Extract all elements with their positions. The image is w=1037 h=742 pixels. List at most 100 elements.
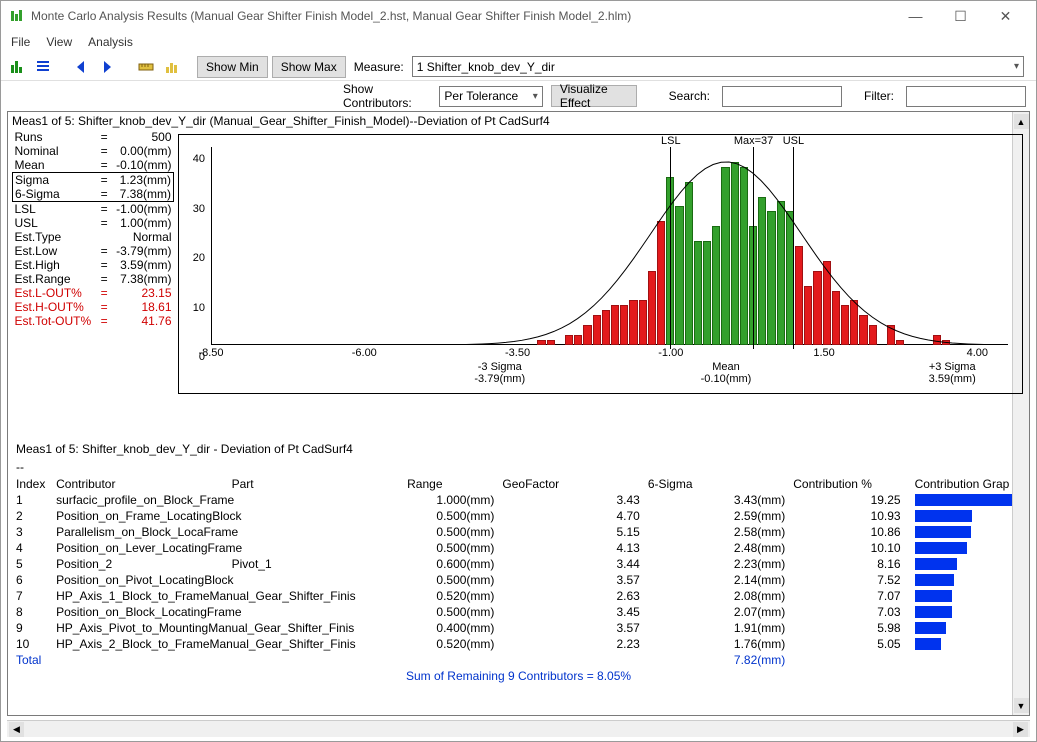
contribution-bar	[915, 590, 952, 602]
menu-analysis[interactable]: Analysis	[88, 35, 133, 49]
histogram-bar	[620, 305, 628, 345]
stat-row: Est.H-OUT%=18.61	[13, 300, 174, 314]
window-title: Monte Carlo Analysis Results (Manual Gea…	[31, 9, 893, 23]
contribution-bar	[915, 622, 946, 634]
histogram-bar	[694, 241, 702, 345]
stat-row: Est.Tot-OUT%=41.76	[13, 314, 174, 328]
filterbar: Show Contributors: Per Tolerance Visuali…	[1, 81, 1036, 111]
contribution-bar	[915, 574, 954, 586]
scroll-left-arrow[interactable]: ◀	[9, 722, 24, 737]
contribution-bar	[915, 526, 971, 538]
histogram-bar	[869, 325, 877, 345]
contribution-bar	[915, 494, 1015, 506]
stat-row: Nominal=0.00(mm)	[13, 144, 174, 158]
stat-row: USL=1.00(mm)	[13, 216, 174, 230]
histogram-bar	[602, 310, 610, 345]
histogram-bar	[537, 340, 545, 345]
table-row[interactable]: 5Position_2Pivot_10.600(mm)3.442.23(mm)8…	[12, 556, 1025, 572]
table-row[interactable]: 4Position_on_Lever_LocatingFrame0.500(mm…	[12, 540, 1025, 556]
contribution-bar	[915, 558, 957, 570]
chart-marker: USL	[773, 135, 813, 349]
list-icon[interactable]	[33, 56, 55, 78]
stat-row: Runs=500	[13, 130, 174, 144]
contributors-table: IndexContributorPartRangeGeoFactor6-Sigm…	[12, 476, 1025, 684]
measure-label: Measure:	[350, 60, 408, 74]
show-contributors-combo[interactable]: Per Tolerance	[439, 86, 542, 107]
histogram-bar	[841, 305, 849, 345]
histogram-bar	[887, 325, 895, 345]
contributors-title: Meas1 of 5: Shifter_knob_dev_Y_dir - Dev…	[12, 440, 1025, 458]
chart-marker: Max=37	[734, 135, 774, 349]
histogram-bar	[547, 340, 555, 345]
stat-row: Est.TypeNormal	[13, 230, 174, 244]
stat-row: Sigma=1.23(mm)	[13, 173, 174, 188]
stat-row: Est.Low=-3.79(mm)	[13, 244, 174, 258]
visualize-effect-button[interactable]: Visualize Effect	[551, 85, 637, 107]
measure-combo[interactable]: 1 Shifter_knob_dev_Y_dir	[412, 56, 1024, 77]
histogram-bar	[593, 315, 601, 345]
histogram-bar	[859, 315, 867, 345]
app-icon	[9, 8, 25, 24]
prev-arrow-icon[interactable]	[71, 56, 93, 78]
horizontal-scrollbar[interactable]: ◀ ▶	[7, 720, 1030, 737]
histogram-bar	[850, 300, 858, 345]
histogram-bar	[639, 300, 647, 345]
ruler-icon[interactable]	[135, 56, 157, 78]
measurement-title: Meas1 of 5: Shifter_knob_dev_Y_dir (Manu…	[8, 112, 1029, 130]
stat-row: Est.L-OUT%=23.15	[13, 286, 174, 300]
histogram-bar	[942, 340, 950, 345]
table-row[interactable]: 6Position_on_Pivot_LocatingBlock0.500(mm…	[12, 572, 1025, 588]
close-button[interactable]: ✕	[983, 2, 1028, 30]
histogram-icon[interactable]	[7, 56, 29, 78]
chart-settings-icon[interactable]	[161, 56, 183, 78]
table-row[interactable]: 10HP_Axis_2_Block_to_FrameManual_Gear_Sh…	[12, 636, 1025, 652]
stat-row: Est.Range=7.38(mm)	[13, 272, 174, 286]
contributors-dash: --	[12, 458, 1025, 476]
scroll-right-arrow[interactable]: ▶	[1013, 722, 1028, 737]
minimize-button[interactable]: —	[893, 2, 938, 30]
table-row[interactable]: 9HP_Axis_Pivot_to_MountingManual_Gear_Sh…	[12, 620, 1025, 636]
histogram-bar	[832, 291, 840, 345]
histogram-bar	[721, 167, 729, 345]
histogram-bar	[611, 305, 619, 345]
histogram-bar	[629, 300, 637, 345]
maximize-button[interactable]: ☐	[938, 2, 983, 30]
histogram-bar	[574, 335, 582, 345]
contribution-bar	[915, 542, 967, 554]
search-input[interactable]	[722, 86, 842, 107]
stat-row: Mean=-0.10(mm)	[13, 158, 174, 173]
table-row[interactable]: 7HP_Axis_1_Block_to_FrameManual_Gear_Shi…	[12, 588, 1025, 604]
table-row[interactable]: 1surfacic_profile_on_Block_Frame1.000(mm…	[12, 492, 1025, 508]
content-area: ▲ ▼ Meas1 of 5: Shifter_knob_dev_Y_dir (…	[7, 111, 1030, 716]
stat-row: Est.High=3.59(mm)	[13, 258, 174, 272]
table-row[interactable]: 2Position_on_Frame_LocatingBlock0.500(mm…	[12, 508, 1025, 524]
histogram-bar	[933, 335, 941, 345]
search-label: Search:	[665, 89, 714, 103]
window: Monte Carlo Analysis Results (Manual Gea…	[0, 0, 1037, 742]
next-arrow-icon[interactable]	[97, 56, 119, 78]
stats-panel: Runs=500Nominal=0.00(mm)Mean=-0.10(mm)Si…	[8, 130, 178, 398]
table-row[interactable]: 3Parallelism_on_Block_LocaFrame0.500(mm)…	[12, 524, 1025, 540]
scroll-down-arrow[interactable]: ▼	[1014, 698, 1029, 713]
histogram-bar	[565, 335, 573, 345]
contribution-bar	[915, 606, 952, 618]
contribution-bar	[915, 638, 941, 650]
histogram-chart: 010203040 LSLMax=37USL -8.50-6.00-3.50-1…	[178, 134, 1023, 394]
show-contributors-label: Show Contributors:	[339, 82, 431, 110]
show-min-button[interactable]: Show Min	[197, 56, 268, 78]
menubar: File View Analysis	[1, 31, 1036, 53]
contributors-panel: Meas1 of 5: Shifter_knob_dev_Y_dir - Dev…	[8, 398, 1029, 715]
titlebar: Monte Carlo Analysis Results (Manual Gea…	[1, 1, 1036, 31]
contribution-bar	[915, 510, 972, 522]
filter-input[interactable]	[906, 86, 1026, 107]
histogram-bar	[823, 261, 831, 345]
filter-label: Filter:	[860, 89, 898, 103]
menu-view[interactable]: View	[46, 35, 72, 49]
show-max-button[interactable]: Show Max	[272, 56, 346, 78]
menu-file[interactable]: File	[11, 35, 30, 49]
histogram-bar	[703, 241, 711, 345]
scroll-up-arrow[interactable]: ▲	[1014, 114, 1029, 129]
table-row[interactable]: 8Position_on_Block_LocatingFrame0.500(mm…	[12, 604, 1025, 620]
chart-marker: LSL	[651, 135, 691, 349]
stat-row: 6-Sigma=7.38(mm)	[13, 187, 174, 202]
